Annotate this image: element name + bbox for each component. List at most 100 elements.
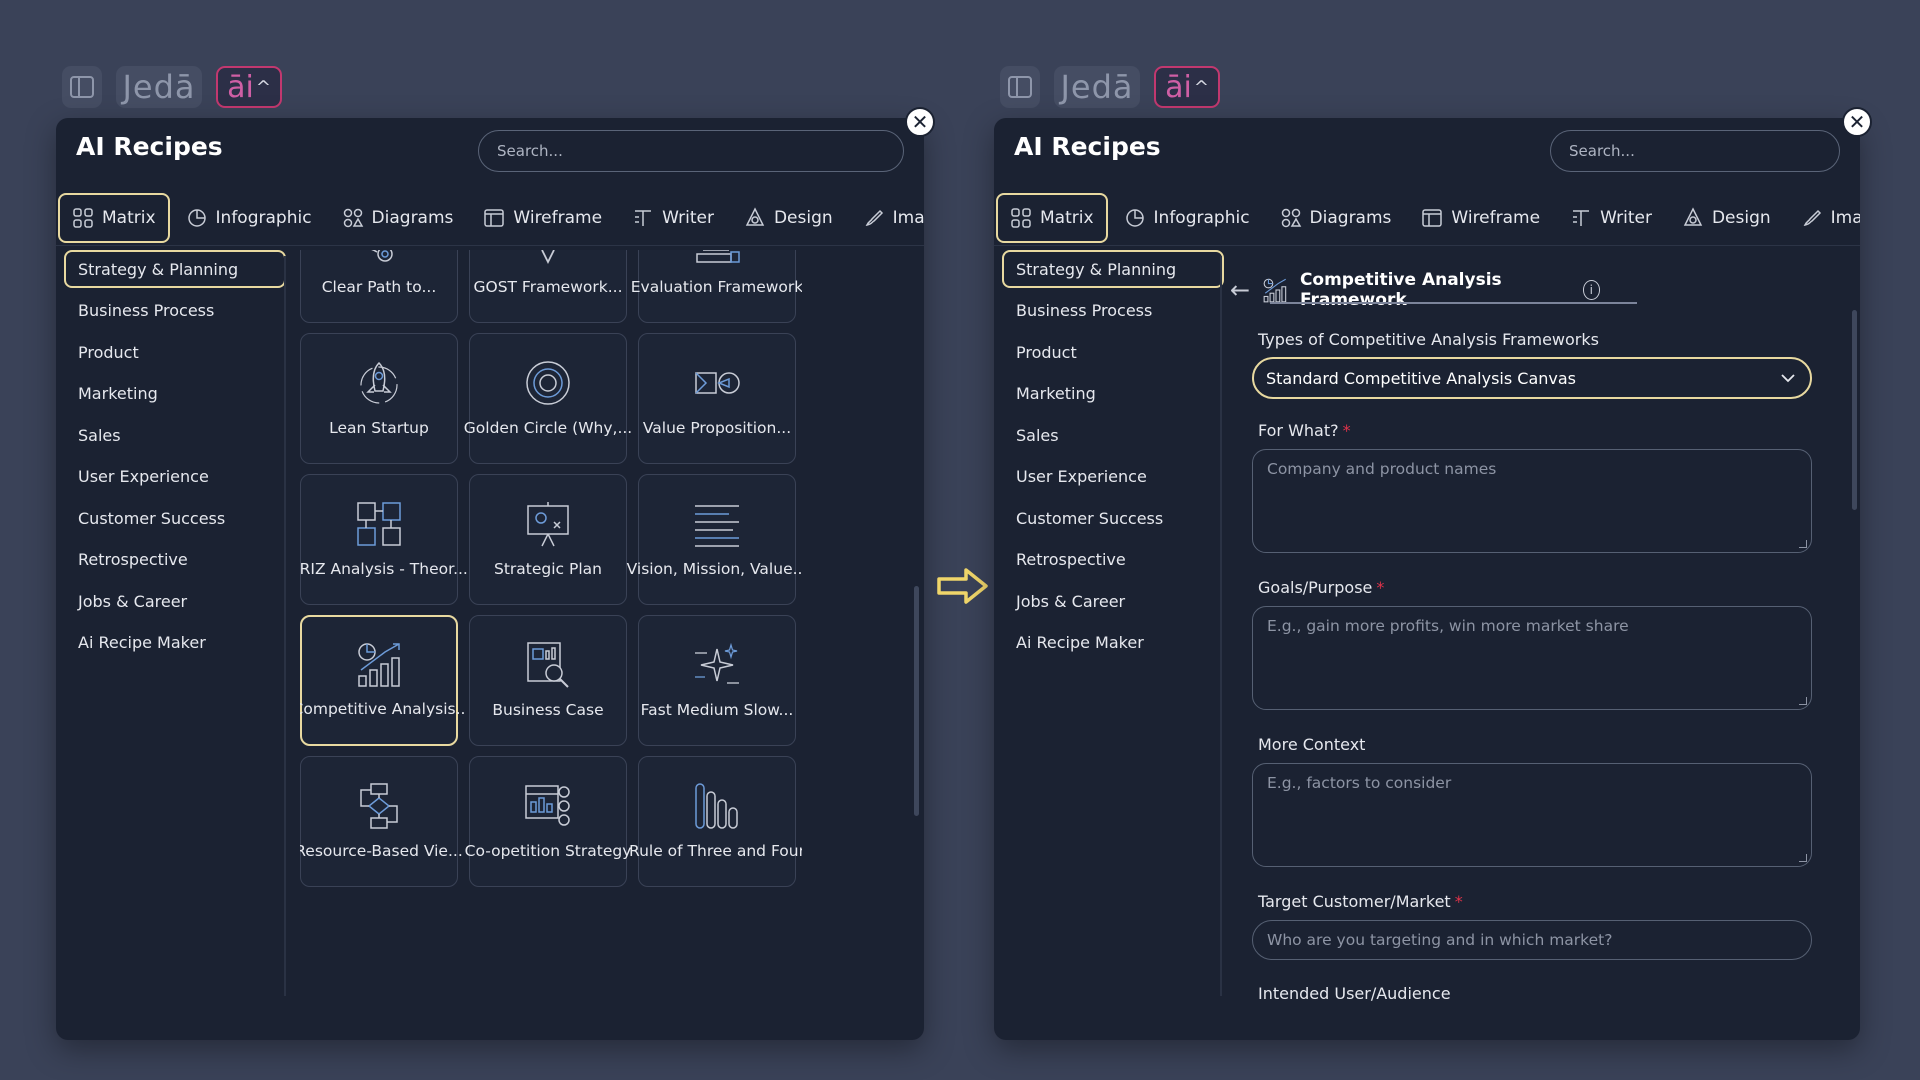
grid-scrollbar[interactable] [914,586,919,816]
recipe-form-title: Competitive Analysis Framework [1299,270,1502,310]
evaluation-icon [696,250,740,263]
sidebar-item-sales[interactable]: Sales [1002,416,1224,454]
goals-label-text: Goals/Purpose [1258,578,1373,597]
context-textarea[interactable]: E.g., factors to consider [1252,763,1812,867]
ai-menu-button[interactable]: āi ^ [1154,66,1220,108]
search-placeholder: Search... [1569,142,1635,160]
recipe-card-label: Golden Circle (Why,... [463,419,633,437]
info-icon[interactable]: i [1582,280,1601,300]
bar-columns-icon [695,783,738,829]
recipe-card[interactable]: Co-opetition Strategy [465,756,631,887]
sidebar-item-recipe-maker[interactable]: Ai Recipe Maker [1002,624,1224,662]
recipe-card[interactable]: Lean Startup [300,333,458,464]
sidebar-item-user-experience[interactable]: User Experience [64,458,286,496]
framework-type-select[interactable]: Standard Competitive Analysis Canvas [1252,357,1812,399]
tab-image[interactable]: Image [849,193,924,243]
tab-infographic[interactable]: Infographic [172,193,326,243]
growth-chart-icon [358,643,400,687]
tab-diagrams[interactable]: Diagrams [1266,193,1406,243]
tab-design[interactable]: Design [1668,193,1785,243]
recipe-card[interactable]: Fast Medium Slow... [638,615,796,746]
jeda-logo[interactable]: Jedā [1054,66,1140,108]
sidebar-item-retrospective[interactable]: Retrospective [1002,541,1224,579]
recipe-card[interactable]: Rule of Three and Four [629,756,802,887]
target-path-icon [371,250,393,262]
recipe-grid: Clear Path to... GOST Framework... Evalu… [300,250,802,1040]
resize-handle-icon[interactable] [1799,697,1807,705]
sidebar-item-sales[interactable]: Sales [64,416,286,454]
sidebar-item-business-process[interactable]: Business Process [1002,292,1224,330]
required-mark: * [1342,421,1351,440]
tab-image[interactable]: Image [1787,193,1860,243]
back-arrow-icon[interactable]: ← [1230,276,1250,304]
close-icon[interactable]: ✕ [905,107,935,137]
sidebar-item-user-experience[interactable]: User Experience [1002,458,1224,496]
recipe-card-selected[interactable]: Competitive Analysis.. [300,615,465,746]
tab-label: Matrix [102,207,156,228]
sidebar-item-recipe-maker[interactable]: Ai Recipe Maker [64,624,286,662]
tab-writer[interactable]: Writer [1556,193,1666,243]
search-placeholder: Search... [497,142,563,160]
recipe-card[interactable]: Resource-Based Vie... [300,756,463,887]
left-topbar: Jedā āi ^ [62,65,282,109]
sidebar-item-product[interactable]: Product [1002,333,1224,371]
jeda-logo[interactable]: Jedā [116,66,202,108]
recipe-card-label: Resource-Based Vie... [300,842,463,860]
sidebar-item-marketing[interactable]: Marketing [64,375,286,413]
brush-icon [1803,209,1821,226]
recipe-card[interactable]: TRIZ Analysis - Theor... [300,474,468,605]
sidebar-item-product[interactable]: Product [64,333,286,371]
recipe-card-label: Fast Medium Slow... [640,701,794,719]
recipe-card[interactable]: Value Proposition... [638,333,796,464]
sidebar-item-customer-success[interactable]: Customer Success [1002,499,1224,537]
sidebar-item-customer-success[interactable]: Customer Success [64,499,286,537]
sidebar-toggle-icon[interactable] [62,66,102,108]
document-magnifier-icon [527,642,569,688]
tab-writer[interactable]: Writer [618,193,728,243]
close-icon[interactable]: ✕ [1842,107,1872,137]
resize-handle-icon[interactable] [1799,854,1807,862]
arrow-right-icon [937,568,988,604]
caret-up-icon: ^ [1193,76,1209,98]
target-input[interactable]: Who are you targeting and in which marke… [1252,920,1812,960]
tab-matrix[interactable]: Matrix [58,192,170,243]
goals-textarea[interactable]: E.g., gain more profits, win more market… [1252,606,1812,710]
ai-menu-button[interactable]: āi ^ [216,66,282,108]
sidebar-item-strategy[interactable]: Strategy & Planning [1002,250,1224,288]
tab-label: Matrix [1040,207,1094,228]
for-what-textarea[interactable]: Company and product names [1252,449,1812,553]
tab-infographic[interactable]: Infographic [1110,193,1264,243]
sidebar-item-retrospective[interactable]: Retrospective [64,541,286,579]
form-scrollbar[interactable] [1852,310,1857,510]
recipe-card[interactable]: Golden Circle (Why,... [464,333,632,464]
sidebar-item-jobs-career[interactable]: Jobs & Career [64,582,286,620]
right-recipe-form-panel: AI Recipes Search... Matrix Infographic … [994,118,1860,1040]
recipe-card[interactable]: GOST Framework... [469,250,627,323]
resize-handle-icon[interactable] [1799,540,1807,548]
category-sidebar: Strategy & Planning Business Process Pro… [1002,250,1224,665]
recipe-card[interactable]: Business Case [469,615,627,746]
tab-diagrams[interactable]: Diagrams [328,193,468,243]
recipe-card[interactable]: Vision, Mission, Value... [627,474,802,605]
recipe-card-label: Competitive Analysis.. [300,700,466,718]
search-input[interactable]: Search... [1550,130,1840,172]
search-input[interactable]: Search... [478,130,904,172]
tab-design[interactable]: Design [730,193,847,243]
tab-matrix[interactable]: Matrix [996,192,1108,243]
sidebar-item-strategy[interactable]: Strategy & Planning [64,250,286,288]
tab-wireframe[interactable]: Wireframe [1407,193,1554,243]
target-label: Target Customer/Market * [1258,892,1463,911]
framework-type-value: Standard Competitive Analysis Canvas [1266,368,1576,388]
tab-wireframe[interactable]: Wireframe [469,193,616,243]
recipe-card-label: Business Case [492,701,604,719]
sidebar-divider [1220,256,1222,996]
recipe-card[interactable]: Strategic Plan [469,474,627,605]
sidebar-toggle-icon[interactable] [1000,66,1040,108]
wireframe-icon [484,208,505,227]
sidebar-item-business-process[interactable]: Business Process [64,292,286,330]
recipe-card[interactable]: Evaluation Framework [631,250,802,323]
sidebar-item-jobs-career[interactable]: Jobs & Career [1002,582,1224,620]
sidebar-item-marketing[interactable]: Marketing [1002,375,1224,413]
recipe-card[interactable]: Clear Path to... [300,250,458,323]
concentric-circles-icon [526,361,570,405]
